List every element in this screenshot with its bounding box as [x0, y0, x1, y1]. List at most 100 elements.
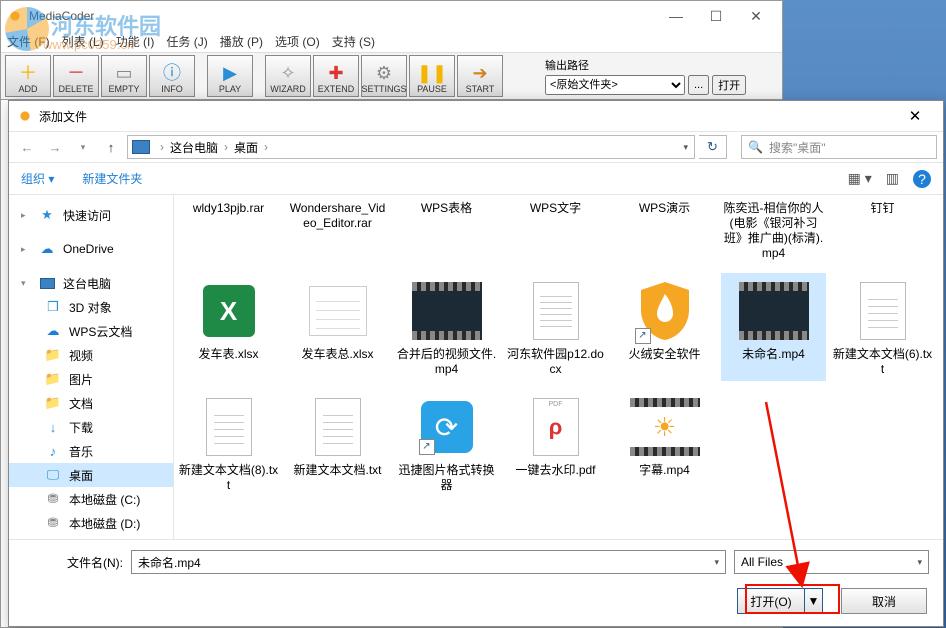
crumb-this-pc[interactable]: 这台电脑: [170, 139, 218, 156]
help-button[interactable]: ?: [913, 170, 931, 188]
file-item[interactable]: X发车表.xlsx: [176, 273, 281, 381]
toolbar-delete-button[interactable]: －DELETE: [53, 55, 99, 97]
sidebar-item-doc[interactable]: 📁文档: [9, 391, 173, 415]
file-label: 发车表总.xlsx: [301, 347, 373, 377]
note-icon: ♪: [45, 443, 61, 459]
sidebar-item-c[interactable]: ⛃本地磁盘 (C:): [9, 487, 173, 511]
file-item[interactable]: 河东软件园p12.docx: [503, 273, 608, 381]
dlg-titlebar: 添加文件 ✕: [9, 101, 943, 131]
sidebar-item-mus[interactable]: ♪ 音乐: [9, 439, 173, 463]
sidebar-item-label: 下载: [69, 419, 93, 436]
search-input[interactable]: 🔍 搜索"桌面": [741, 135, 937, 159]
file-item[interactable]: wldy13pjb.rar: [176, 199, 281, 265]
minimize-button[interactable]: —: [656, 3, 696, 29]
output-browse-button[interactable]: ...: [688, 75, 709, 95]
new-folder-button[interactable]: 新建文件夹: [82, 170, 142, 187]
file-label: 河东软件园p12.docx: [505, 347, 606, 377]
mc-menu-item[interactable]: 任务 (J): [166, 33, 207, 50]
breadcrumb[interactable]: › 这台电脑 › 桌面 › ▾: [127, 135, 695, 159]
mc-menu-item[interactable]: 功能 (I): [116, 33, 155, 50]
sidebar-item-dl[interactable]: ↓下载: [9, 415, 173, 439]
file-item[interactable]: 新建文本文档(6).txt: [830, 273, 935, 381]
desk-icon: 🖵: [45, 467, 61, 483]
file-label: 一键去水印.pdf: [515, 463, 595, 493]
maximize-button[interactable]: ☐: [696, 3, 736, 29]
file-item[interactable]: ⟳迅捷图片格式转换器: [394, 389, 499, 497]
cloud-icon: ☁: [45, 323, 61, 339]
sidebar-item-pic[interactable]: 📁图片: [9, 367, 173, 391]
file-item[interactable]: 新建文本文档.txt: [285, 389, 390, 497]
file-item[interactable]: 钉钉: [830, 199, 935, 265]
filetype-select[interactable]: All Files▾: [734, 550, 929, 574]
close-button[interactable]: ✕: [736, 3, 776, 29]
dlg-toolbar: 组织 ▾ 新建文件夹 ▦ ▾ ▥ ?: [9, 163, 943, 195]
toolbar-info-button[interactable]: ⓘINFO: [149, 55, 195, 97]
file-item[interactable]: ☀字幕.mp4: [612, 389, 717, 497]
nav-refresh-button[interactable]: ↻: [699, 135, 727, 159]
toolbar-wizard-button[interactable]: ✧WIZARD: [265, 55, 311, 97]
dlg-close-button[interactable]: ✕: [895, 107, 935, 125]
sidebar-item-label: 3D 对象: [69, 299, 112, 316]
sidebar-item-3d[interactable]: ❒3D 对象: [9, 295, 173, 319]
toolbar-add-button[interactable]: ＋ADD: [5, 55, 51, 97]
filename-label: 文件名(N):: [23, 554, 123, 571]
mc-titlebar: MediaCoder — ☐ ✕: [1, 1, 782, 30]
nav-recent-button[interactable]: ▾: [71, 135, 95, 159]
sidebar-item-label: 本地磁盘 (D:): [69, 515, 140, 532]
preview-pane-button[interactable]: ▥: [886, 170, 899, 187]
sidebar-item-label: 视频: [69, 347, 93, 364]
sidebar-item-label: OneDrive: [63, 242, 114, 256]
dlg-title-text: 添加文件: [39, 108, 87, 125]
file-item[interactable]: 未命名.mp4: [721, 273, 826, 381]
file-item[interactable]: WPS演示: [612, 199, 717, 265]
toolbar-empty-button[interactable]: ▭EMPTY: [101, 55, 147, 97]
sidebar-item-label: 快速访问: [63, 207, 111, 224]
sidebar-item-label: 音乐: [69, 443, 93, 460]
file-item[interactable]: 一键去水印.pdf: [503, 389, 608, 497]
mc-menu-item[interactable]: 支持 (S): [332, 33, 375, 50]
file-label: WPS演示: [639, 201, 690, 231]
file-item[interactable]: 陈奕迅-相信你的人 (电影《银河补习班》推广曲)(标清).mp4: [721, 199, 826, 265]
file-item[interactable]: 发车表总.xlsx: [285, 273, 390, 381]
sidebar-item-wps[interactable]: ☁ WPS云文档: [9, 319, 173, 343]
toolbar-start-button[interactable]: ➔START: [457, 55, 503, 97]
file-item[interactable]: 合并后的视频文件.mp4: [394, 273, 499, 381]
search-icon: 🔍: [748, 140, 763, 154]
mc-toolbar: ＋ADD－DELETE▭EMPTYⓘINFO ▶PLAY ✧WIZARD✚EXTEN…: [1, 52, 782, 100]
sidebar-item-label: 这台电脑: [63, 275, 111, 292]
sidebar-item-desk[interactable]: 🖵桌面: [9, 463, 173, 487]
sidebar-item-d[interactable]: ⛃本地磁盘 (D:): [9, 511, 173, 535]
file-item[interactable]: WPS表格: [394, 199, 499, 265]
toolbar-play-button[interactable]: ▶PLAY: [207, 55, 253, 97]
organize-menu[interactable]: 组织 ▾: [21, 170, 54, 187]
mc-menu-item[interactable]: 文件 (F): [7, 33, 50, 50]
sidebar-item-quick[interactable]: ▸★快速访问: [9, 203, 173, 227]
view-options-button[interactable]: ▦ ▾: [848, 170, 872, 187]
toolbar-extend-button[interactable]: ✚EXTEND: [313, 55, 359, 97]
nav-forward-button: →: [43, 135, 67, 159]
file-item[interactable]: 新建文本文档(8).txt: [176, 389, 281, 497]
sidebar-item-pc[interactable]: ▾这台电脑: [9, 271, 173, 295]
sidebar-item-label: 文档: [69, 395, 93, 412]
output-path-select[interactable]: <原始文件夹>: [545, 75, 685, 95]
file-item[interactable]: 火绒安全软件: [612, 273, 717, 381]
mc-menu-item[interactable]: 选项 (O): [275, 33, 320, 50]
mc-menu-item[interactable]: 播放 (P): [220, 33, 263, 50]
mc-menu-item[interactable]: 列表 (L): [62, 33, 104, 50]
nav-up-button[interactable]: ↑: [99, 135, 123, 159]
file-item[interactable]: Wondershare_Video_Editor.rar: [285, 199, 390, 265]
filename-input[interactable]: 未命名.mp4▾: [131, 550, 726, 574]
crumb-desktop[interactable]: 桌面: [234, 139, 258, 156]
file-label: 新建文本文档.txt: [293, 463, 381, 493]
nav-back-button[interactable]: ←: [15, 135, 39, 159]
sidebar-item-vid[interactable]: 📁视频: [9, 343, 173, 367]
sidebar-item-label: WPS云文档: [69, 323, 132, 340]
file-item[interactable]: WPS文字: [503, 199, 608, 265]
toolbar-settings-button[interactable]: ⚙SETTINGS: [361, 55, 407, 97]
output-open-button[interactable]: 打开: [712, 75, 746, 95]
toolbar-pause-button[interactable]: ❚❚PAUSE: [409, 55, 455, 97]
sidebar-item-od[interactable]: ▸☁OneDrive: [9, 237, 173, 261]
file-label: 陈奕迅-相信你的人 (电影《银河补习班》推广曲)(标清).mp4: [723, 201, 824, 261]
sidebar-item-label: 本地磁盘 (C:): [69, 491, 140, 508]
cancel-button[interactable]: 取消: [841, 588, 927, 614]
